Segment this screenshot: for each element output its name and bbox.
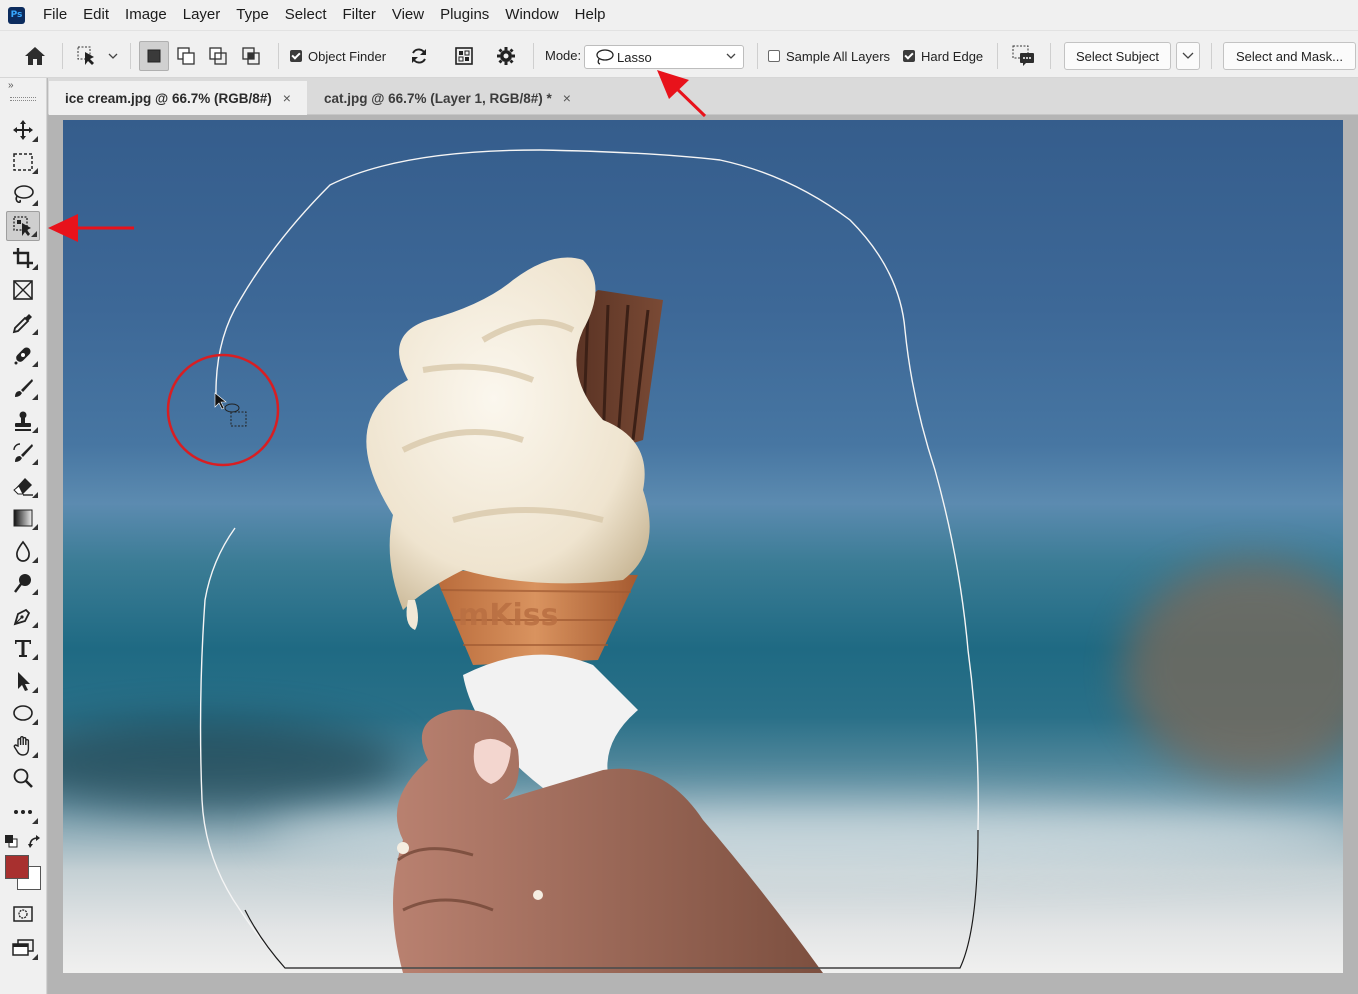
add-to-selection-icon[interactable] [171, 41, 201, 71]
separator [1211, 43, 1212, 69]
object-finder-label: Object Finder [308, 48, 387, 64]
quick-mask-icon[interactable] [6, 899, 40, 929]
path-selection-icon[interactable] [6, 666, 40, 696]
clone-stamp-icon[interactable] [6, 406, 40, 436]
more-tools-icon[interactable] [6, 797, 40, 827]
frame-tool-icon[interactable] [6, 275, 40, 305]
ice-cream-photo[interactable]: mKiss [63, 120, 1343, 973]
foreground-color-swatch[interactable] [5, 855, 29, 879]
menu-file[interactable]: File [35, 0, 75, 30]
object-selection-tool-icon[interactable] [6, 211, 40, 241]
separator [1050, 43, 1051, 69]
select-subject-feedback-icon[interactable] [1009, 41, 1039, 71]
tools-panel: » [0, 78, 47, 994]
checkbox-checked-icon[interactable] [290, 50, 302, 62]
menu-bar: Ps File Edit Image Layer Type Select Fil… [0, 0, 1358, 30]
lasso-tool-icon[interactable] [6, 179, 40, 209]
dodge-tool-icon[interactable] [6, 568, 40, 598]
ellipse-tool-icon[interactable] [6, 698, 40, 728]
mode-value: Lasso [617, 49, 652, 65]
close-icon[interactable]: × [563, 90, 571, 106]
chevron-down-icon[interactable] [106, 51, 120, 61]
intersect-selection-icon[interactable] [236, 41, 266, 71]
sample-all-layers-label: Sample All Layers [786, 48, 891, 64]
panel-grip[interactable] [10, 97, 36, 101]
menu-view[interactable]: View [384, 0, 432, 30]
hard-edge-checkbox[interactable]: Hard Edge [903, 46, 983, 66]
select-subject-button[interactable]: Select Subject [1064, 42, 1171, 70]
close-icon[interactable]: × [283, 90, 291, 106]
tab-cat[interactable]: cat.jpg @ 66.7% (Layer 1, RGB/8#) * × [308, 81, 583, 115]
zoom-tool-icon[interactable] [6, 763, 40, 793]
menu-help[interactable]: Help [567, 0, 614, 30]
menu-type[interactable]: Type [228, 0, 277, 30]
tab-label: cat.jpg @ 66.7% (Layer 1, RGB/8#) * [324, 90, 552, 106]
lasso-icon [596, 49, 614, 65]
default-colors-icon[interactable] [4, 834, 18, 848]
blur-tool-icon[interactable] [6, 536, 40, 566]
move-tool-icon[interactable] [6, 115, 40, 145]
hand-tool-icon[interactable] [6, 731, 40, 761]
mode-label: Mode: [545, 47, 582, 63]
eyedropper-icon[interactable] [6, 308, 40, 338]
select-subject-dropdown[interactable] [1176, 42, 1200, 70]
canvas-area[interactable]: mKiss [48, 115, 1358, 994]
mode-dropdown[interactable]: Lasso [584, 45, 744, 69]
separator [757, 43, 758, 69]
screen-mode-icon[interactable] [6, 933, 40, 963]
new-selection-icon[interactable] [139, 41, 169, 71]
crop-tool-icon[interactable] [6, 243, 40, 273]
separator [278, 43, 279, 69]
gear-icon[interactable] [491, 41, 521, 71]
tab-label: ice cream.jpg @ 66.7% (RGB/8#) [65, 90, 272, 106]
type-tool-icon[interactable] [6, 633, 40, 663]
options-bar: Object Finder Mode: Lasso Sample All Lay… [0, 30, 1358, 78]
chevron-down-icon [1182, 52, 1194, 59]
separator [130, 43, 131, 69]
menu-window[interactable]: Window [497, 0, 566, 30]
sample-all-layers-checkbox[interactable]: Sample All Layers [768, 46, 890, 66]
swap-colors-icon[interactable] [27, 834, 43, 850]
separator [997, 43, 998, 69]
separator [62, 43, 63, 69]
refresh-icon[interactable] [404, 41, 434, 71]
chevron-down-icon [726, 53, 736, 59]
menu-image[interactable]: Image [117, 0, 175, 30]
document-tabs: ice cream.jpg @ 66.7% (RGB/8#) × cat.jpg… [48, 78, 1358, 115]
eraser-icon[interactable] [6, 471, 40, 501]
pen-tool-icon[interactable] [6, 601, 40, 631]
photoshop-logo-icon[interactable]: Ps [8, 6, 25, 24]
subtract-from-selection-icon[interactable] [203, 41, 233, 71]
object-selection-preset-icon[interactable] [72, 41, 102, 71]
object-finder-checkbox[interactable]: Object Finder [290, 46, 386, 66]
collapse-panel-icon[interactable]: » [8, 80, 14, 91]
select-and-mask-button[interactable]: Select and Mask... [1223, 42, 1356, 70]
ice-cream-cone-illustration: mKiss [366, 257, 823, 973]
history-brush-icon[interactable] [6, 438, 40, 468]
menu-select[interactable]: Select [277, 0, 335, 30]
cone-text: mKiss [458, 598, 559, 633]
spot-healing-brush-icon[interactable] [6, 340, 40, 370]
separator [533, 43, 534, 69]
gradient-tool-icon[interactable] [6, 503, 40, 533]
hard-edge-label: Hard Edge [921, 48, 984, 64]
brush-tool-icon[interactable] [6, 373, 40, 403]
rectangular-marquee-icon[interactable] [6, 147, 40, 177]
menu-plugins[interactable]: Plugins [432, 0, 497, 30]
menu-filter[interactable]: Filter [335, 0, 384, 30]
checkbox-checked-icon[interactable] [903, 50, 915, 62]
show-all-objects-icon[interactable] [449, 41, 479, 71]
menu-layer[interactable]: Layer [175, 0, 229, 30]
checkbox-unchecked-icon[interactable] [768, 50, 780, 62]
menu-edit[interactable]: Edit [75, 0, 117, 30]
home-icon[interactable] [20, 41, 50, 71]
tab-ice-cream[interactable]: ice cream.jpg @ 66.7% (RGB/8#) × [49, 81, 307, 115]
